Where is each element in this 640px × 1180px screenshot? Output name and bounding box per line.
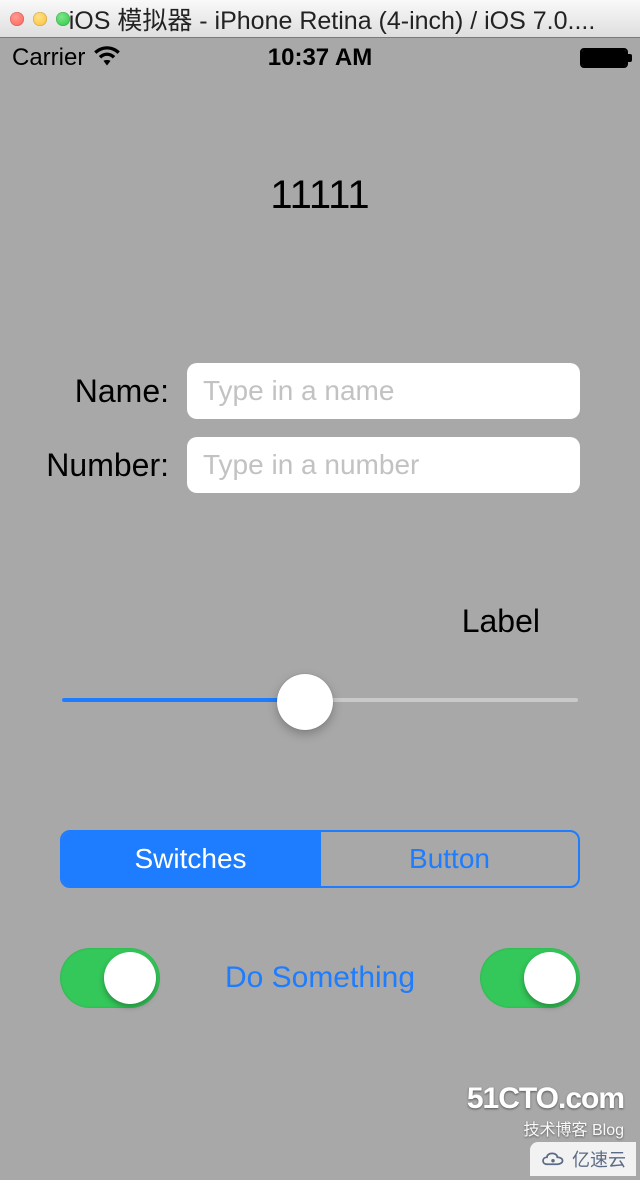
segment-button[interactable]: Button (319, 832, 578, 886)
slider-thumb[interactable] (277, 674, 333, 730)
name-row: Name: (20, 363, 620, 419)
name-label: Name: (20, 373, 187, 410)
window-title: iOS 模拟器 - iPhone Retina (4-inch) / iOS 7… (34, 1, 630, 37)
watermark-line2: 技术博客 Blog (467, 1116, 624, 1140)
slider-label: Label (20, 603, 620, 640)
number-label: Number: (20, 447, 187, 484)
segmented-control[interactable]: Switches Button (60, 830, 580, 888)
name-input[interactable] (187, 363, 580, 419)
slider[interactable] (62, 670, 578, 730)
status-time: 10:37 AM (217, 44, 422, 72)
cloud-icon (540, 1150, 566, 1168)
battery-icon (580, 48, 628, 68)
switch-right-knob (524, 952, 576, 1004)
heading-label: 11111 (20, 173, 620, 218)
close-window-icon[interactable] (10, 12, 24, 26)
number-input[interactable] (187, 437, 580, 493)
watermark-51cto: 51CTO.com 技术博客 Blog (467, 1082, 624, 1140)
watermark-yisu-text: 亿速云 (572, 1146, 626, 1172)
form-section: Name: Number: (20, 363, 620, 493)
bottom-row: Do Something (60, 948, 580, 1008)
watermark-line1: 51CTO.com (467, 1082, 624, 1116)
number-row: Number: (20, 437, 620, 493)
app-content: 11111 Name: Number: Label Switches Butto… (0, 173, 640, 1008)
switch-right[interactable] (480, 948, 580, 1008)
mac-window-titlebar: iOS 模拟器 - iPhone Retina (4-inch) / iOS 7… (0, 0, 640, 38)
watermark-yisu: 亿速云 (530, 1142, 636, 1176)
do-something-button[interactable]: Do Something (225, 961, 415, 995)
switch-left-knob (104, 952, 156, 1004)
slider-track-fill (62, 698, 305, 702)
switch-left[interactable] (60, 948, 160, 1008)
wifi-icon (93, 44, 121, 73)
carrier-label: Carrier (12, 44, 85, 72)
segment-switches[interactable]: Switches (62, 832, 319, 886)
ios-status-bar: Carrier 10:37 AM (0, 38, 640, 78)
